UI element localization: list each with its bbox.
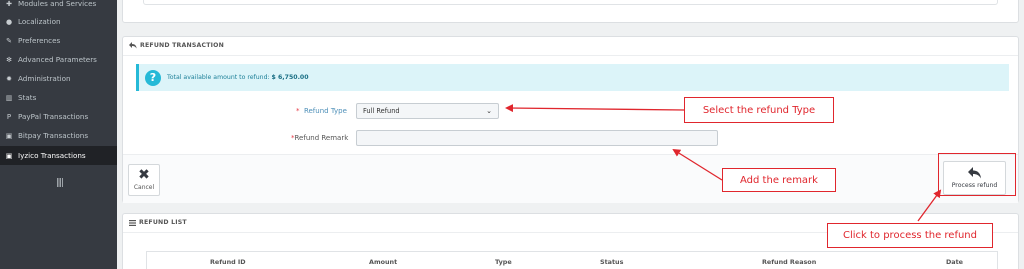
annotation-select-type: Select the refund Type bbox=[684, 97, 834, 123]
money-icon: ▣ bbox=[5, 131, 13, 140]
refund-remark-field[interactable] bbox=[356, 130, 718, 146]
previous-panel-content bbox=[143, 0, 998, 5]
sidebar-item-label: Modules and Services bbox=[18, 0, 97, 8]
panel-title: REFUND LIST bbox=[139, 219, 187, 226]
cancel-button[interactable]: ✖ Cancel bbox=[128, 164, 160, 196]
column-header-refund-reason: Refund Reason bbox=[762, 258, 817, 266]
refund-type-select[interactable]: Full Refund ⌄ bbox=[356, 103, 499, 119]
refund-table-header: Refund ID Amount Type Status Refund Reas… bbox=[146, 251, 998, 269]
paypal-icon: P bbox=[6, 112, 12, 121]
alert-amount: $ 6,750.00 bbox=[271, 74, 309, 81]
wrench-icon: ✎ bbox=[6, 36, 12, 45]
cancel-label: Cancel bbox=[133, 184, 155, 191]
column-header-status: Status bbox=[600, 258, 624, 266]
reply-icon bbox=[129, 42, 137, 49]
refund-remark-label-text: Refund Remark bbox=[294, 134, 349, 142]
sidebar-item-label: Bitpay Transactions bbox=[18, 131, 89, 140]
sidebar-item-label: Preferences bbox=[18, 36, 61, 45]
cogs-icon: ✻ bbox=[6, 55, 12, 64]
divider bbox=[123, 55, 1018, 56]
money-icon: ▣ bbox=[5, 151, 13, 160]
bar-chart-icon: ▥ bbox=[5, 93, 13, 102]
panel-footer: ✖ Cancel Process refund bbox=[123, 154, 1018, 203]
info-alert: ? Total available amount to refund: $ 6,… bbox=[136, 64, 1009, 91]
list-icon bbox=[129, 219, 136, 226]
panel-heading: REFUND TRANSACTION bbox=[129, 42, 224, 49]
annotation-text: Click to process the refund bbox=[842, 230, 977, 241]
sidebar-item-paypal-transactions[interactable]: P PayPal Transactions bbox=[0, 107, 117, 126]
chevron-down-icon: ⌄ bbox=[486, 107, 492, 115]
annotation-text: Add the remark bbox=[740, 174, 818, 186]
sidebar-item-preferences[interactable]: ✎ Preferences bbox=[0, 31, 117, 50]
panel-heading: REFUND LIST bbox=[129, 219, 187, 226]
refund-remark-label: *Refund Remark bbox=[291, 134, 348, 142]
question-icon: ? bbox=[145, 69, 161, 86]
alert-text: Total available amount to refund: $ 6,75… bbox=[167, 74, 309, 81]
column-header-amount: Amount bbox=[369, 258, 398, 266]
required-marker: * bbox=[296, 107, 300, 115]
annotation-add-remark: Add the remark bbox=[722, 168, 836, 192]
globe-icon: ● bbox=[5, 17, 13, 26]
sidebar: ✚ Modules and Services ● Localization ✎ … bbox=[0, 0, 117, 269]
refund-transaction-panel: REFUND TRANSACTION ? Total available amo… bbox=[122, 36, 1019, 203]
highlight-process-refund bbox=[938, 153, 1016, 196]
gear-icon: ✹ bbox=[6, 74, 12, 83]
close-icon: ✖ bbox=[138, 167, 150, 183]
sidebar-collapse-icon[interactable] bbox=[57, 178, 63, 187]
sidebar-item-label: Stats bbox=[18, 93, 37, 102]
sidebar-item-stats[interactable]: ▥ Stats bbox=[0, 88, 117, 107]
sidebar-item-localization[interactable]: ● Localization bbox=[0, 12, 117, 31]
sidebar-item-label: PayPal Transactions bbox=[18, 112, 89, 121]
sidebar-item-bitpay-transactions[interactable]: ▣ Bitpay Transactions bbox=[0, 126, 117, 145]
sidebar-item-iyzico-transactions[interactable]: ▣ Iyzico Transactions bbox=[0, 146, 117, 165]
column-header-date: Date bbox=[946, 258, 964, 266]
sidebar-item-label: Advanced Parameters bbox=[18, 55, 97, 64]
alert-message: Total available amount to refund: bbox=[167, 74, 270, 81]
refund-type-label-text: Refund Type bbox=[303, 107, 347, 115]
previous-panel bbox=[122, 0, 1019, 23]
sidebar-item-label: Administration bbox=[18, 74, 71, 83]
sidebar-item-label: Localization bbox=[18, 17, 61, 26]
panel-title: REFUND TRANSACTION bbox=[140, 42, 225, 49]
column-header-refund-id: Refund ID bbox=[210, 258, 246, 266]
puzzle-icon: ✚ bbox=[6, 0, 12, 8]
annotation-text: Select the refund Type bbox=[702, 104, 816, 116]
annotation-click-process: Click to process the refund bbox=[827, 223, 993, 248]
sidebar-item-label: Iyzico Transactions bbox=[18, 151, 86, 160]
refund-type-value: Full Refund bbox=[363, 107, 400, 115]
column-header-type: Type bbox=[495, 258, 512, 266]
sidebar-item-administration[interactable]: ✹ Administration bbox=[0, 69, 117, 88]
sidebar-item-advanced-parameters[interactable]: ✻ Advanced Parameters bbox=[0, 50, 117, 69]
refund-type-label: * Refund Type bbox=[296, 107, 347, 115]
